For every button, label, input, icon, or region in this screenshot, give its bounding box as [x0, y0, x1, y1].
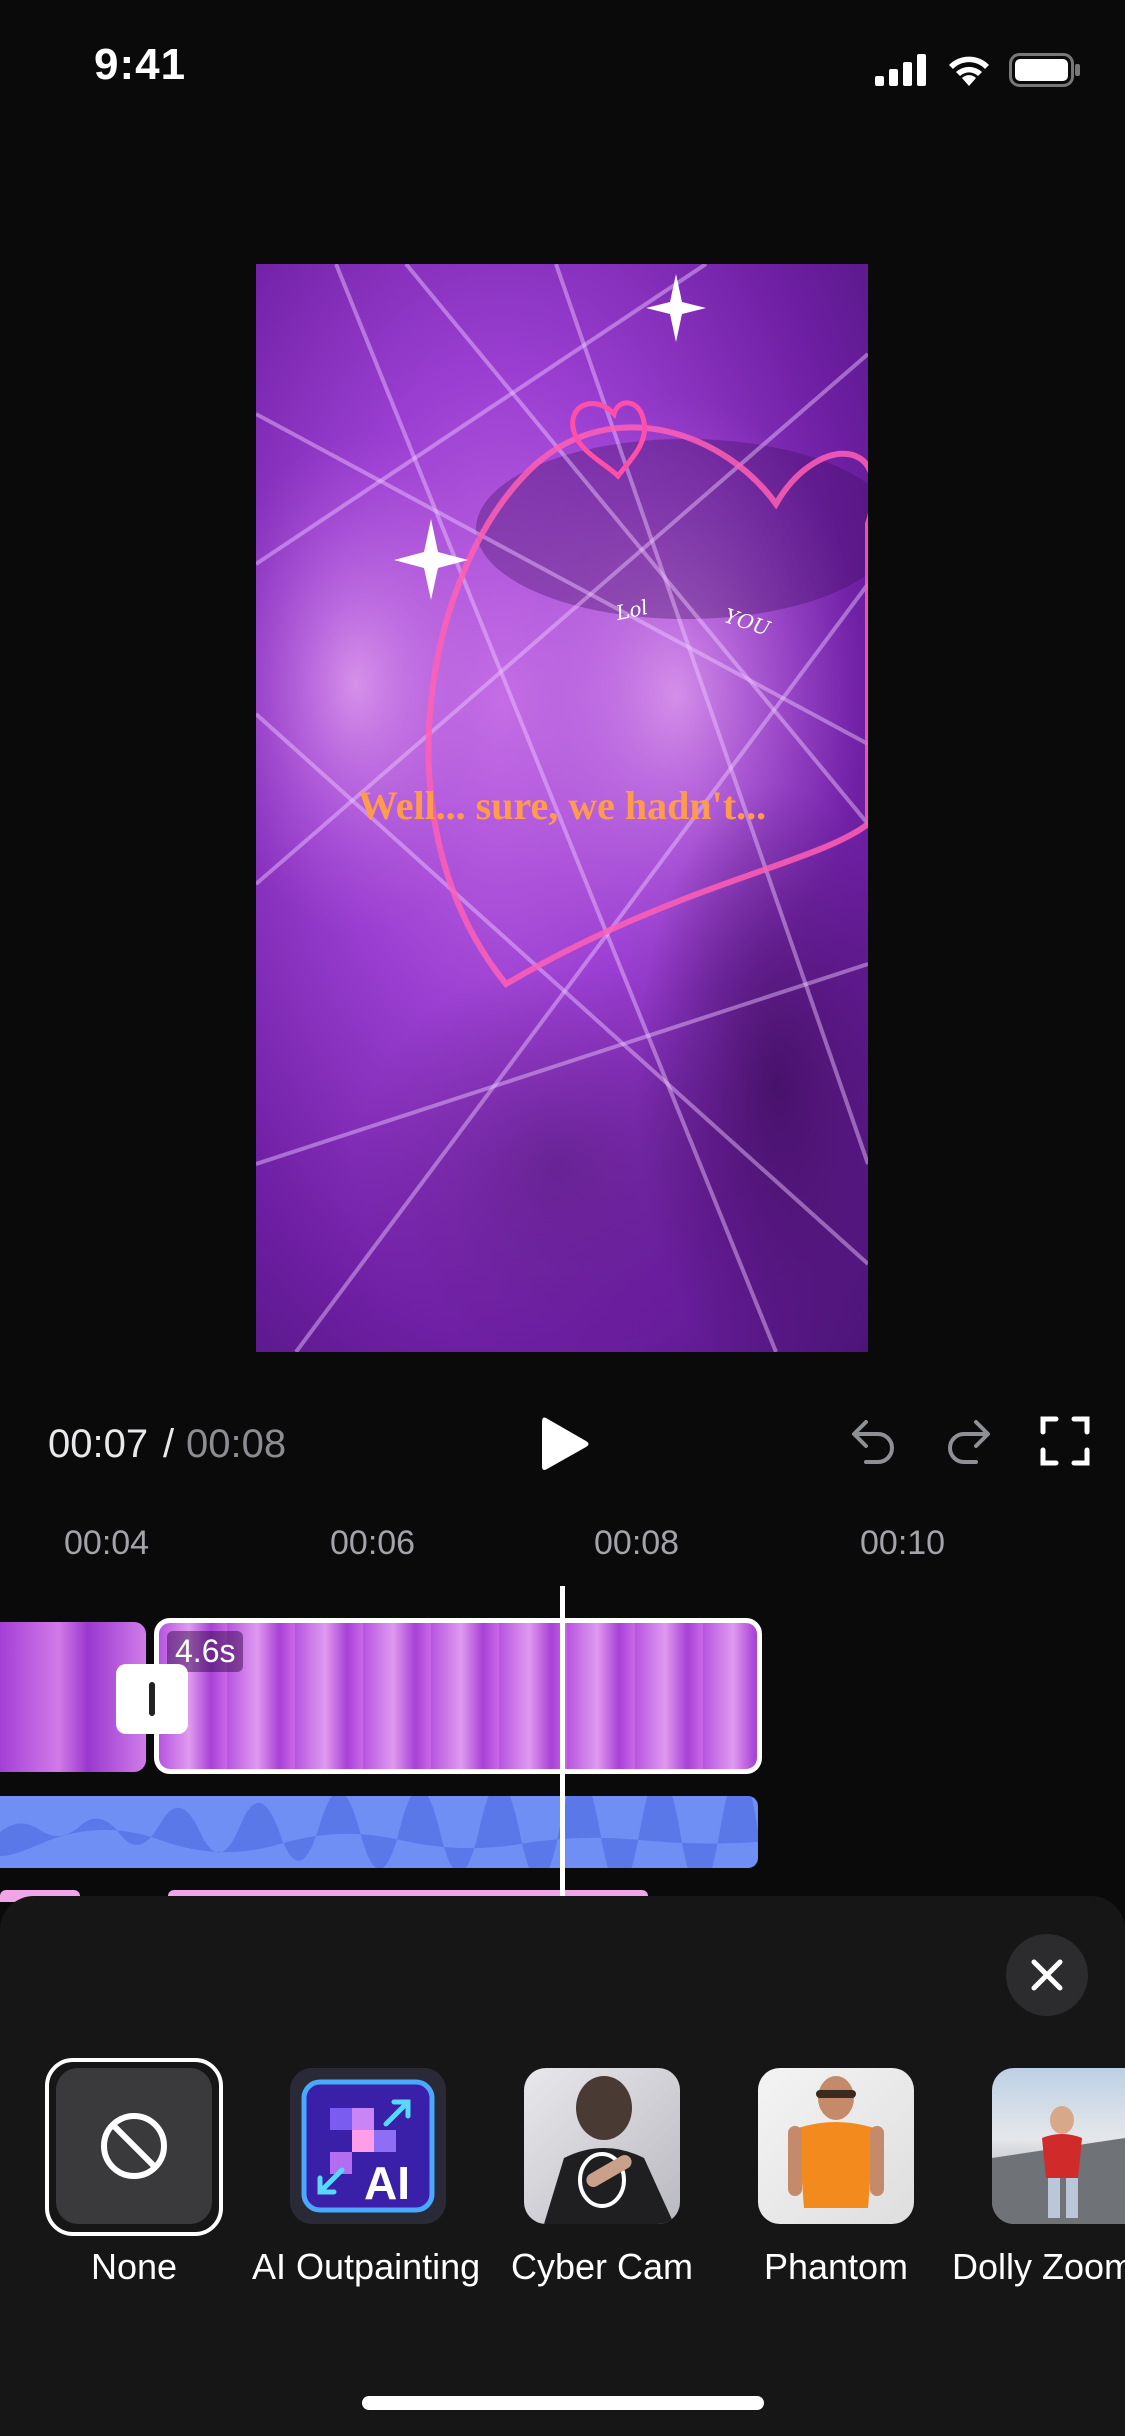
audio-track[interactable] [0, 1796, 758, 1868]
status-time: 9:41 [94, 40, 187, 89]
effect-dolly-zoom[interactable] [992, 2068, 1125, 2224]
effect-label: AI Outpainting [252, 2246, 481, 2287]
ruler-label: 00:06 [330, 1524, 416, 1562]
fullscreen-button[interactable] [1040, 1416, 1090, 1466]
ai-badge: AI [364, 2157, 410, 2209]
close-button[interactable] [1006, 1934, 1088, 2016]
status-icons [875, 52, 1081, 88]
video-clip-selected[interactable]: 4.6s [154, 1618, 762, 1774]
effect-label: Phantom [763, 2246, 909, 2287]
dolly-zoom-thumbnail [992, 2106, 1125, 2224]
redo-icon [948, 1420, 990, 1464]
ruler-label: 00:04 [64, 1524, 150, 1562]
wifi-icon [949, 56, 989, 86]
fullscreen-icon [1040, 1416, 1090, 1466]
effect-phantom[interactable] [758, 2068, 914, 2224]
undo-icon [852, 1420, 894, 1464]
play-icon [542, 1417, 589, 1470]
phantom-thumbnail [788, 2076, 884, 2208]
effect-label: None [90, 2246, 178, 2287]
cyber-cam-thumbnail [544, 2076, 674, 2224]
playhead[interactable] [560, 1586, 565, 1902]
effect-none[interactable] [56, 2068, 212, 2224]
effect-label: Dolly Zoom [952, 2246, 1125, 2287]
ruler-label: 00:10 [860, 1524, 946, 1562]
total-time: 00:08 [186, 1422, 287, 1466]
effect-label: Cyber Cam [510, 2246, 694, 2287]
redo-button[interactable] [944, 1414, 994, 1468]
current-time: 00:07 [48, 1422, 149, 1466]
video-preview[interactable]: Lol YOU Well... sure, we hadn't... [256, 264, 868, 1352]
effect-ai-outpainting[interactable]: AI [290, 2068, 446, 2224]
signal-icon [875, 54, 926, 86]
undo-button[interactable] [848, 1414, 898, 1468]
prohibited-icon [101, 2113, 167, 2179]
play-button[interactable] [540, 1414, 592, 1474]
audio-waveform [0, 1796, 758, 1868]
close-icon [1031, 1959, 1063, 1991]
home-indicator [362, 2396, 764, 2410]
effect-cyber-cam[interactable] [524, 2068, 680, 2224]
ruler-label: 00:08 [594, 1524, 680, 1562]
preview-caption: Well... sure, we hadn't... [357, 783, 767, 828]
trim-handle[interactable] [116, 1664, 188, 1734]
battery-icon [1009, 53, 1080, 87]
time-separator: / [163, 1422, 175, 1466]
